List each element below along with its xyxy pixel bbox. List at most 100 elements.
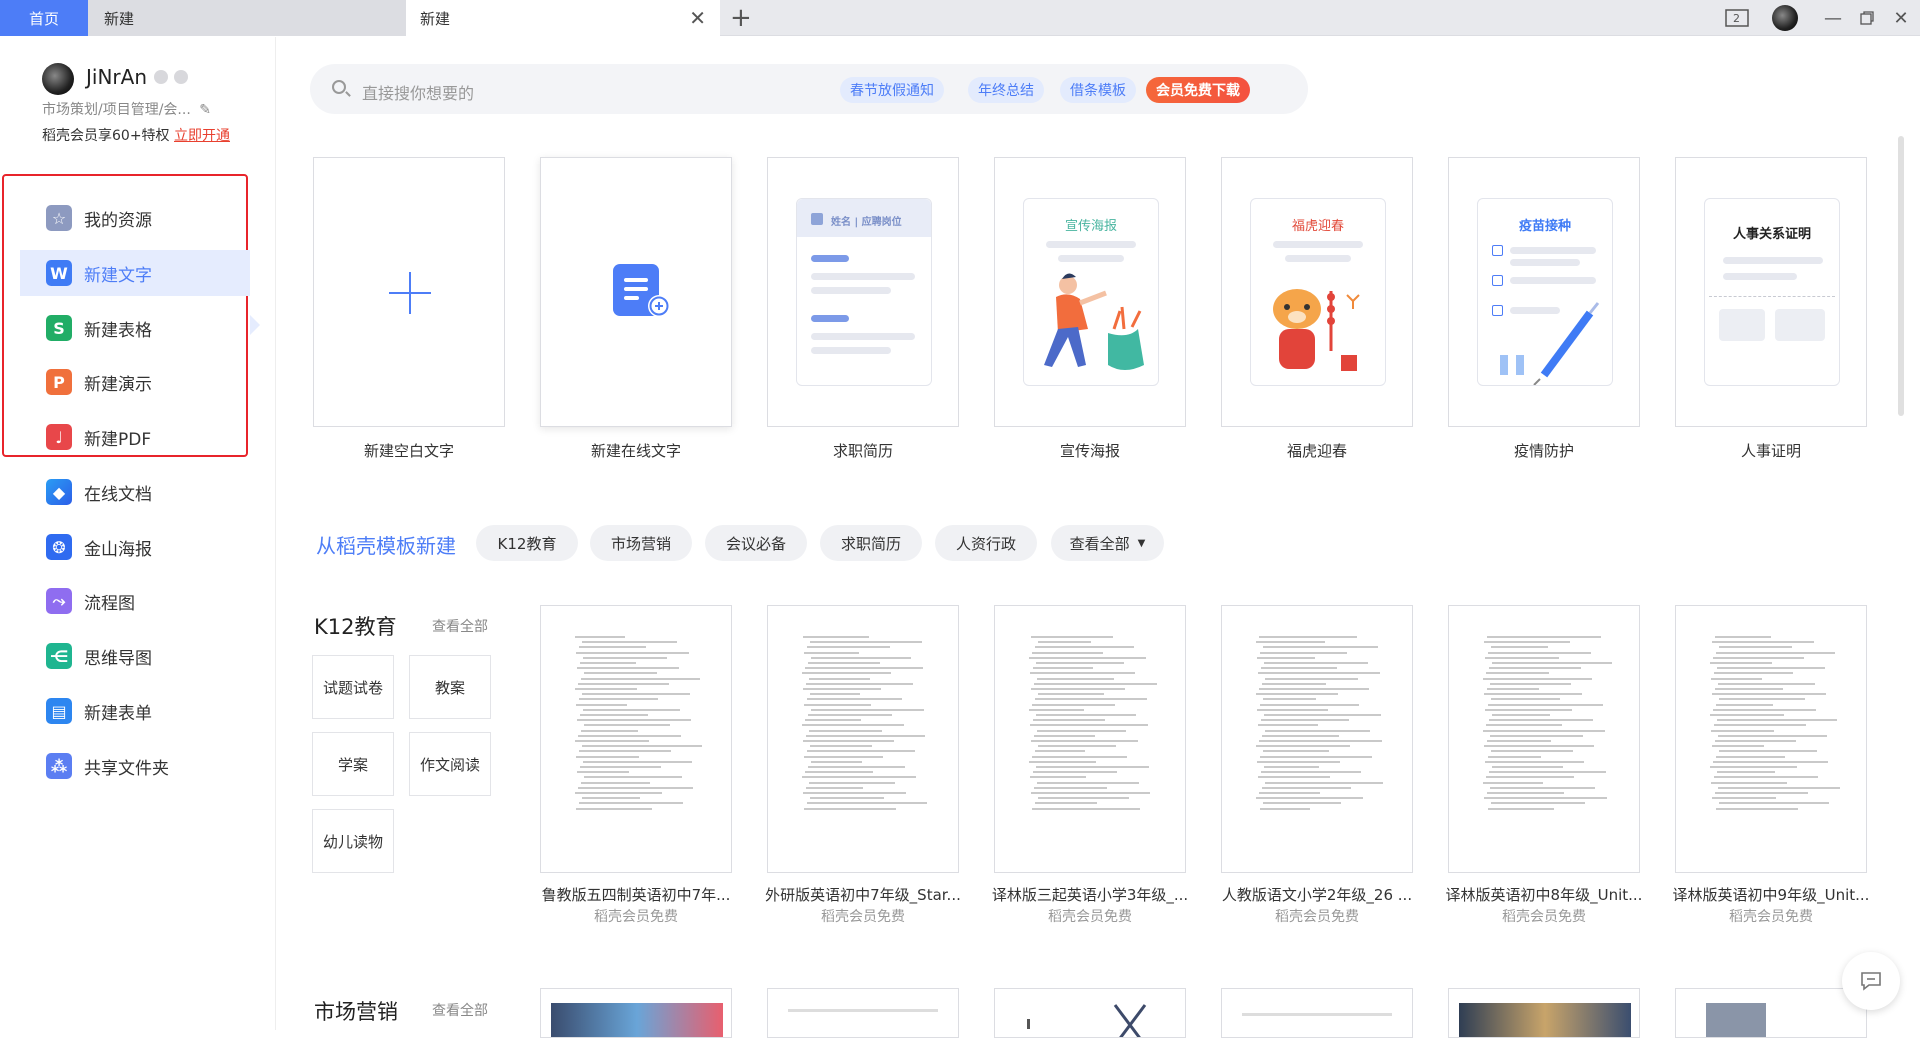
add-tab-icon[interactable]: + [730,3,752,33]
tab-new-2-label: 新建 [420,10,451,28]
k12-doc-card[interactable] [994,605,1186,873]
doc-title[interactable]: 鲁教版五四制英语初中7年... [536,884,736,905]
online-doc-icon [613,264,670,317]
doc-subtitle: 稻壳会员免费 [821,909,905,925]
search-icon [332,80,346,94]
doc-title[interactable]: 外研版英语初中7年级_Star... [763,884,963,905]
doc-title[interactable]: 译林版英语初中8年级_Unit... [1444,884,1644,905]
window-count-button[interactable]: 2 [1722,0,1752,36]
avatar-image [1772,5,1798,31]
tab-new-1[interactable]: 新建 [88,0,406,36]
pill-hr[interactable]: 人资行政 [935,525,1037,561]
sidebar-item-new-presentation[interactable]: P 新建演示 [20,359,250,405]
sidebar-item-online-doc[interactable]: ◆ 在线文档 [20,469,250,515]
close-icon[interactable]: ✕ [689,8,706,28]
doc-subtitle: 稻壳会员免费 [1502,909,1586,925]
close-window-icon[interactable]: ✕ [1886,0,1916,36]
market-see-all[interactable]: 查看全部 [432,1000,488,1020]
doc-subtitle: 稻壳会员免费 [1729,909,1813,925]
sidebar-item-label: 共享文件夹 [84,758,169,779]
doc-thumbnail [802,636,928,816]
search-chip[interactable]: 年终总结 [968,77,1044,103]
restore-icon[interactable] [1852,0,1882,36]
search-chip[interactable]: 借条模板 [1060,77,1136,103]
tiger-spring-card[interactable]: 福虎迎春 [1221,157,1413,427]
avatar[interactable] [1770,0,1800,36]
doc-title[interactable]: 译林版三起英语小学3年级_... [990,884,1190,905]
pill-k12[interactable]: K12教育 [476,525,578,561]
search-bar[interactable]: 直接搜你想要的 春节放假通知 年终总结 借条模板 会员免费下载 [310,64,1308,114]
sidebar-item-poster[interactable]: ❂ 金山海报 [20,524,250,570]
doc-title[interactable]: 人教版语文小学2年级_26 ... [1217,884,1417,905]
doc-title[interactable]: 译林版英语初中9年级_Unit... [1671,884,1871,905]
edit-icon[interactable]: ✎ [199,102,211,118]
vip-download-chip[interactable]: 会员免费下载 [1146,77,1250,103]
form-icon: ▤ [46,698,72,724]
user-avatar[interactable] [42,63,74,95]
poster-icon: ❂ [46,534,72,560]
shared-folder-icon: ⁂ [46,753,72,779]
market-template-card[interactable] [1448,988,1640,1038]
sidebar-item-new-form[interactable]: ▤ 新建表单 [20,688,250,734]
vip-open-link[interactable]: 立即开通 [174,128,230,144]
promo-poster-card[interactable]: 宣传海报 [994,157,1186,427]
k12-doc-card[interactable] [1675,605,1867,873]
sidebar-item-label: 流程图 [84,593,135,614]
search-chip[interactable]: 春节放假通知 [840,77,944,103]
new-online-writer-card[interactable] [540,157,732,427]
doc-subtitle: 稻壳会员免费 [1275,909,1359,925]
vip-text: 稻壳会员享60+特权 [42,128,170,144]
active-indicator [250,315,260,335]
search-placeholder[interactable]: 直接搜你想要的 [362,80,474,104]
k12-study-plan-button[interactable]: 学案 [312,732,394,796]
card-label: 福虎迎春 [1286,442,1347,460]
k12-doc-card[interactable] [767,605,959,873]
user-role: 市场策划/项目管理/会... ✎ [42,99,211,119]
pill-resume[interactable]: 求职简历 [820,525,922,561]
doc-thumbnail [1256,636,1383,816]
k12-lesson-plan-button[interactable]: 教案 [409,655,491,719]
k12-doc-card[interactable] [1448,605,1640,873]
k12-doc-card[interactable] [540,605,732,873]
k12-exam-button[interactable]: 试题试卷 [312,655,394,719]
pill-meeting[interactable]: 会议必备 [705,525,807,561]
hr-certificate-card[interactable]: 人事关系证明 [1675,157,1867,427]
k12-doc-card[interactable] [1221,605,1413,873]
chat-bubble-icon[interactable] [1842,952,1900,1010]
sidebar: JiNrAn 市场策划/项目管理/会... ✎ 稻壳会员享60+特权 立即开通 … [0,37,276,1030]
k12-kids-reading-button[interactable]: 幼儿读物 [312,809,394,873]
sidebar-item-label: 新建演示 [84,374,152,395]
sidebar-item-label: 新建PDF [84,429,152,450]
tiger-thumbnail: 福虎迎春 [1245,193,1386,386]
market-template-card[interactable] [540,988,732,1038]
sidebar-item-shared-folder[interactable]: ⁂ 共享文件夹 [20,743,250,789]
market-template-card[interactable] [767,988,959,1038]
market-template-card[interactable] [994,988,1186,1038]
new-blank-writer-card[interactable] [313,157,505,427]
tab-home[interactable]: 首页 [0,0,88,36]
user-role-text: 市场策划/项目管理/会... [42,102,191,118]
scrollbar[interactable] [1898,136,1904,416]
resume-card[interactable]: 姓名 | 应聘岗位 [767,157,959,427]
k12-see-all[interactable]: 查看全部 [432,616,488,636]
card-label: 求职简历 [832,442,893,460]
tab-new-2[interactable]: 新建 ✕ [406,0,720,37]
pill-marketing[interactable]: 市场营销 [590,525,692,561]
doc-thumbnail [1029,636,1157,816]
doc-thumbnail [1483,636,1613,816]
market-template-card[interactable] [1675,988,1867,1038]
k12-essay-button[interactable]: 作文阅读 [409,732,491,796]
sidebar-item-new-sheet[interactable]: S 新建表格 [20,305,250,351]
sidebar-item-flowchart[interactable]: ⤳ 流程图 [20,578,250,624]
minimize-icon[interactable]: — [1818,0,1848,36]
market-template-card[interactable] [1221,988,1413,1038]
pdf-icon: ♩ [46,424,72,450]
sidebar-item-my-resources[interactable]: ☆ 我的资源 [20,195,250,241]
card-label: 新建在线文字 [590,442,681,460]
sidebar-item-new-writer[interactable]: W 新建文字 [20,250,250,296]
sidebar-item-mindmap[interactable]: ⋲ 思维导图 [20,633,250,679]
sidebar-item-new-pdf[interactable]: ♩ 新建PDF [20,414,250,460]
pill-see-all[interactable]: 查看全部 ▼ [1051,525,1164,561]
cloud-doc-icon: ◆ [46,479,72,505]
epidemic-card[interactable]: 疫苗接种 [1448,157,1640,427]
